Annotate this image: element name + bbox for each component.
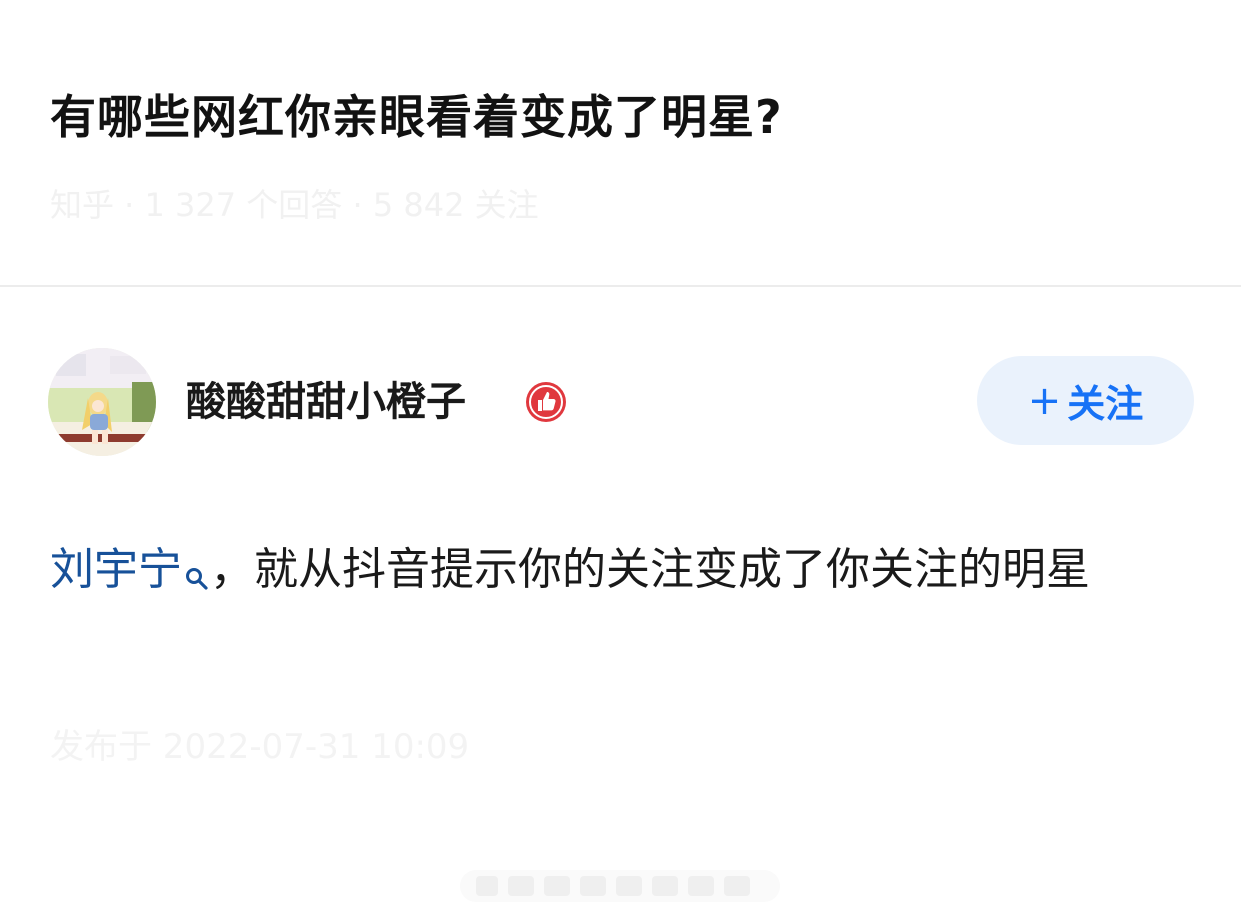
answer-link[interactable]: 刘宇宁 — [50, 544, 210, 595]
answer-link-text: 刘宇宁 — [50, 544, 182, 595]
divider — [0, 285, 1241, 287]
answer-body: 刘宇宁 ，就从抖音提示你的关注变成了你关注的明星 — [50, 532, 1200, 608]
follow-button[interactable]: + 关注 — [977, 356, 1194, 445]
thumbs-up-badge-icon — [524, 380, 568, 424]
search-icon — [184, 540, 210, 590]
answer-time: 发布于 2022-07-31 10:09 — [50, 727, 470, 767]
author-name[interactable]: 酸酸甜甜小橙子 — [186, 372, 466, 432]
answer-text: ，就从抖音提示你的关注变成了你关注的明星 — [210, 544, 1090, 595]
plus-icon: + — [1027, 377, 1062, 424]
question-meta: 知乎 · 1 327 个回答 · 5 842 关注 — [50, 186, 539, 224]
question-title: 有哪些网红你亲眼看着变成了明星? — [50, 90, 783, 144]
avatar[interactable] — [48, 348, 156, 456]
watermark — [460, 862, 780, 910]
follow-label: 关注 — [1067, 382, 1144, 426]
